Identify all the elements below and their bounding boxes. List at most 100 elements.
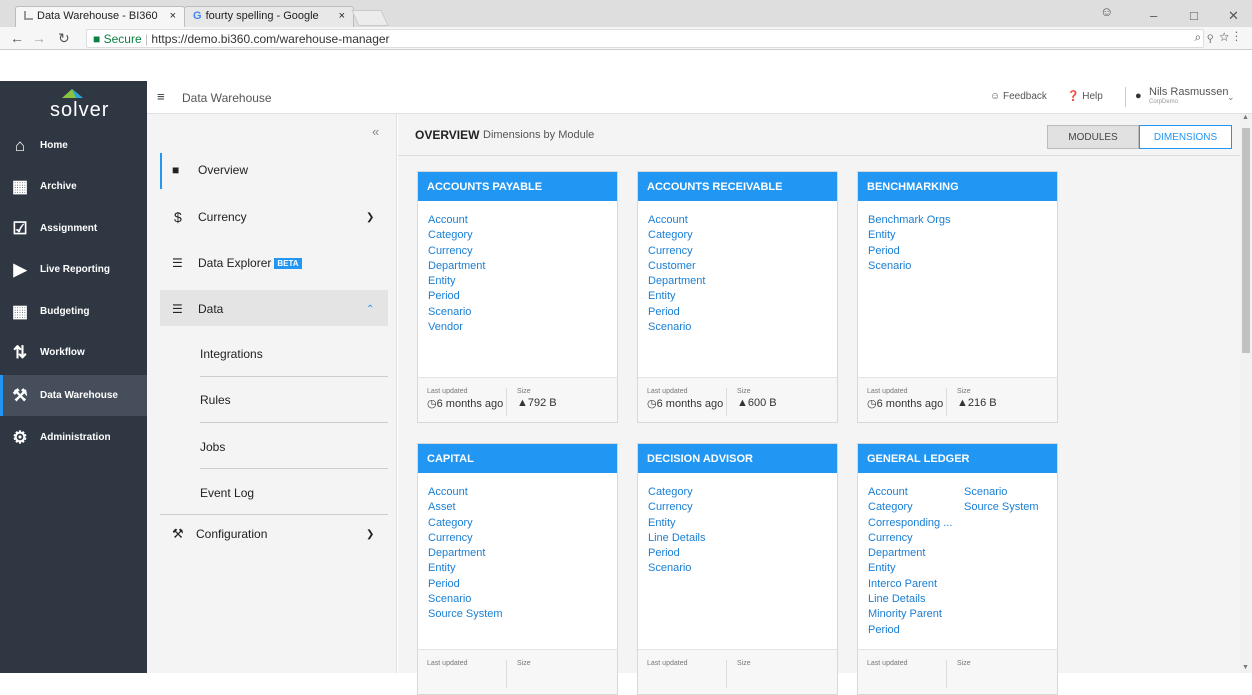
dimension-link[interactable]: Vendor — [428, 320, 485, 335]
subnav-jobs[interactable]: Jobs — [200, 440, 388, 454]
close-tab-icon[interactable]: × — [170, 10, 176, 22]
browser-action-icons[interactable]: ⌕⚲☆⋮ — [1195, 30, 1244, 45]
dimension-link[interactable]: Period — [428, 289, 485, 304]
module-card-title[interactable]: BENCHMARKING — [858, 172, 1057, 201]
dimension-link[interactable]: Source System — [964, 500, 1039, 515]
new-tab-button[interactable] — [351, 10, 389, 26]
reload-icon[interactable]: ↻ — [58, 30, 70, 47]
dimension-link[interactable]: Benchmark Orgs — [868, 213, 951, 228]
dimension-link[interactable]: Period — [868, 244, 951, 259]
module-card: DECISION ADVISOR Category Currency Entity Li… — [637, 443, 838, 695]
dimension-link[interactable]: Category — [648, 228, 705, 243]
dimension-link[interactable]: Account — [428, 485, 503, 500]
feedback-button[interactable]: ☺ Feedback — [990, 91, 1047, 102]
dimension-link[interactable]: Entity — [428, 274, 485, 289]
forward-icon[interactable]: → — [32, 30, 46, 46]
dimension-link[interactable]: Category — [868, 500, 952, 515]
dimension-link[interactable]: Scenario — [428, 305, 485, 320]
sidebar-item-workflow[interactable]: ⇅ Workflow — [0, 332, 147, 373]
dimension-link[interactable]: Currency — [648, 500, 705, 515]
maximize-icon[interactable]: □ — [1190, 8, 1198, 23]
sidebar-item-assignment[interactable]: ☑ Assignment — [0, 208, 147, 249]
module-card-title[interactable]: CAPITAL — [418, 444, 617, 473]
dimension-link[interactable]: Minority Parent — [868, 607, 952, 622]
dimension-link[interactable]: Asset — [428, 500, 503, 515]
sidebar-item-archive[interactable]: ▦ Archive — [0, 166, 147, 207]
dimension-link[interactable]: Entity — [648, 516, 705, 531]
profile-icon[interactable]: ☺ — [1100, 4, 1113, 19]
divider — [1125, 87, 1126, 107]
close-window-icon[interactable]: ✕ — [1228, 8, 1239, 24]
dimension-link[interactable]: Category — [428, 228, 485, 243]
subnav-configuration[interactable]: ⚒ Configuration ❯ — [160, 526, 388, 542]
dimension-link[interactable]: Account — [868, 485, 952, 500]
hamburger-icon[interactable]: ≡ — [157, 89, 165, 104]
dimension-link[interactable]: Period — [648, 546, 705, 561]
tab-strip: Data Warehouse - BI360 × Gfourty spellin… — [0, 0, 1252, 27]
sidebar-item-administration[interactable]: ⚙ Administration — [0, 417, 147, 458]
scrollbar-thumb[interactable] — [1242, 128, 1250, 353]
sidebar-item-home[interactable]: ⌂ Home — [0, 125, 147, 166]
scroll-down-icon[interactable]: ▼ — [1242, 664, 1249, 671]
minimize-icon[interactable]: – — [1150, 8, 1157, 23]
subnav-data-explorer[interactable]: ☰ Data Explorer BETA — [160, 256, 388, 270]
sidebar-item-live-reporting[interactable]: ▶ Live Reporting — [0, 249, 147, 290]
dimension-link[interactable]: Currency — [428, 244, 485, 259]
dimension-link[interactable]: Department — [428, 546, 503, 561]
dimension-link[interactable]: Account — [648, 213, 705, 228]
dimension-link[interactable]: Entity — [648, 289, 705, 304]
dimension-link[interactable]: Department — [428, 259, 485, 274]
dimension-link[interactable]: Currency — [648, 244, 705, 259]
subnav-overview[interactable]: ■ Overview — [160, 163, 388, 177]
dimension-link[interactable]: Source System — [428, 607, 503, 622]
browser-tab-data-warehouse[interactable]: Data Warehouse - BI360 × — [15, 6, 185, 27]
module-card-title[interactable]: GENERAL LEDGER — [858, 444, 1057, 473]
dimension-link[interactable]: Entity — [868, 561, 952, 576]
subnav-currency[interactable]: $ Currency ❯ — [160, 209, 388, 225]
dimension-link[interactable]: Period — [428, 577, 503, 592]
dimension-link[interactable]: Period — [868, 623, 952, 638]
dimension-link[interactable]: Entity — [428, 561, 503, 576]
dimension-link[interactable]: Corresponding ... — [868, 516, 952, 531]
vertical-scrollbar[interactable]: ▲ ▼ — [1240, 114, 1252, 673]
dimension-link[interactable]: Currency — [428, 531, 503, 546]
dimension-link[interactable]: Category — [428, 516, 503, 531]
dimension-link[interactable]: Scenario — [648, 320, 705, 335]
dimension-link[interactable]: Period — [648, 305, 705, 320]
module-card-title[interactable]: ACCOUNTS PAYABLE — [418, 172, 617, 201]
sidebar-item-data-warehouse[interactable]: ⚒ Data Warehouse — [0, 375, 147, 416]
dimension-link[interactable]: Department — [868, 546, 952, 561]
help-button[interactable]: ❓ Help — [1067, 91, 1103, 102]
dimension-link[interactable]: Currency — [868, 531, 952, 546]
card-footer: Last updated Size — [858, 649, 1057, 694]
dimension-link[interactable]: Department — [648, 274, 705, 289]
module-card-title[interactable]: ACCOUNTS RECEIVABLE — [638, 172, 837, 201]
subnav-data[interactable]: ☰ Data ⌃ — [160, 302, 388, 316]
back-icon[interactable]: ← — [10, 30, 24, 46]
dimension-link[interactable]: Customer — [648, 259, 705, 274]
dimension-link[interactable]: Account — [428, 213, 485, 228]
sidebar-item-label: Administration — [40, 432, 111, 443]
dimension-link[interactable]: Scenario — [964, 485, 1039, 500]
module-card-title[interactable]: DECISION ADVISOR — [638, 444, 837, 473]
dimensions-toggle-button[interactable]: DIMENSIONS — [1139, 125, 1232, 149]
browser-tab-google[interactable]: Gfourty spelling - Google × — [184, 6, 354, 27]
dimension-link[interactable]: Category — [648, 485, 705, 500]
dimension-link[interactable]: Interco Parent — [868, 577, 952, 592]
subnav-integrations[interactable]: Integrations — [200, 347, 388, 361]
dimension-link[interactable]: Scenario — [868, 259, 951, 274]
collapse-panel-button[interactable]: « — [372, 124, 379, 139]
solver-logo[interactable]: solver — [0, 81, 147, 125]
dimension-link[interactable]: Line Details — [868, 592, 952, 607]
dimension-link[interactable]: Line Details — [648, 531, 705, 546]
sidebar-item-budgeting[interactable]: ▦ Budgeting — [0, 291, 147, 332]
modules-toggle-button[interactable]: MODULES — [1047, 125, 1139, 149]
scroll-up-icon[interactable]: ▲ — [1242, 114, 1249, 121]
dimension-link[interactable]: Entity — [868, 228, 951, 243]
dimension-link[interactable]: Scenario — [648, 561, 705, 576]
subnav-event-log[interactable]: Event Log — [200, 486, 388, 500]
dimension-link[interactable]: Scenario — [428, 592, 503, 607]
url-field[interactable]: ■ Secure | https://demo.bi360.com/wareho… — [86, 29, 1204, 48]
subnav-rules[interactable]: Rules — [200, 393, 388, 407]
close-tab-icon[interactable]: × — [339, 10, 345, 22]
